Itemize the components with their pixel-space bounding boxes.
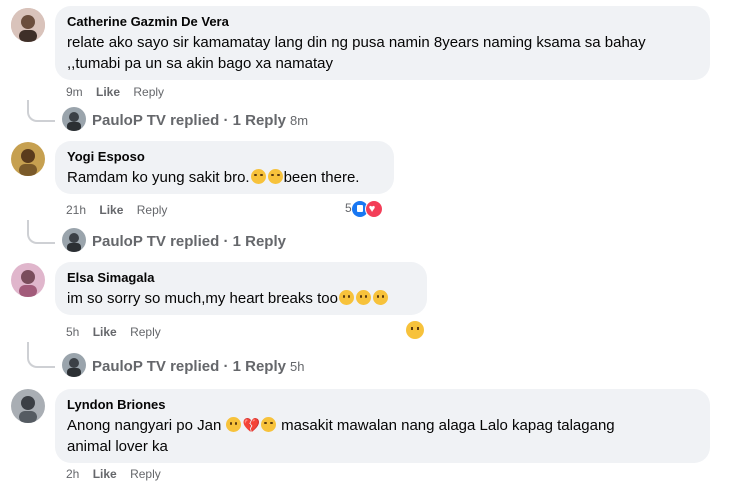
view-replies-link[interactable]: PauloP TV replied · 1 Reply 8m	[62, 107, 309, 133]
comment-text-line2: ,,tumabi pa un sa akin bago xa namatay	[67, 55, 334, 72]
comment-bubble: Yogi Esposo Ramdam ko yung sakit bro. bee…	[55, 141, 394, 194]
like-button[interactable]: Like	[93, 325, 117, 339]
reactions-summary[interactable]	[406, 321, 424, 342]
avatar[interactable]	[11, 8, 45, 42]
thread-connector	[27, 342, 55, 368]
comment-author[interactable]: Yogi Esposo	[67, 148, 382, 165]
profile-photo-icon	[11, 389, 45, 423]
sad-face-emoji-icon	[338, 290, 354, 305]
sad-reaction-icon	[406, 321, 424, 339]
like-button[interactable]: Like	[96, 85, 120, 99]
loudly-crying-face-emoji-icon	[260, 417, 276, 432]
thread-connector	[27, 220, 55, 244]
reply-button[interactable]: Reply	[130, 325, 161, 339]
replies-label: replied · 1 Reply	[170, 357, 286, 375]
comment-text-part: masakit mawalan nang alaga Lalo kapag ta…	[281, 417, 615, 434]
profile-photo-icon	[11, 263, 45, 297]
comment-text-part: Anong nangyari po Jan	[67, 417, 222, 434]
like-button[interactable]: Like	[93, 467, 117, 481]
replies-label: replied · 1 Reply	[170, 111, 286, 129]
reply-time: 8m	[289, 112, 309, 128]
comment-author[interactable]: Catherine Gazmin De Vera	[67, 13, 698, 30]
comment-bubble: Catherine Gazmin De Vera relate ako sayo…	[55, 6, 710, 80]
loudly-crying-face-emoji-icon	[267, 169, 283, 184]
comment-time[interactable]: 5h	[66, 325, 79, 339]
thread-connector	[27, 100, 55, 122]
reaction-count: 5	[345, 201, 352, 216]
sad-face-emoji-icon	[355, 290, 371, 305]
profile-photo-icon	[11, 8, 45, 42]
comment-time[interactable]: 21h	[66, 203, 86, 217]
reply-button[interactable]: Reply	[130, 467, 161, 481]
comment-text-line2: animal lover ka	[67, 438, 168, 455]
comment-meta: 2h Like Reply	[66, 466, 161, 482]
replier-avatar	[62, 228, 86, 252]
replier-avatar	[62, 107, 86, 131]
broken-heart-emoji-icon: 💔	[242, 417, 260, 433]
comment-author[interactable]: Elsa Simagala	[67, 269, 415, 286]
reply-time: 5h	[289, 358, 305, 374]
comment-text: relate ako sayo sir kamamatay lang din n…	[67, 34, 646, 51]
comment-meta: 9m Like Reply	[66, 84, 164, 100]
comment-text: Ramdam ko yung sakit bro. been there.	[67, 167, 382, 188]
sad-face-emoji-icon	[372, 290, 388, 305]
view-replies-link[interactable]: PauloP TV replied · 1 Reply 5h	[62, 353, 305, 379]
comment-text: im so sorry so much,my heart breaks too	[67, 288, 415, 309]
comment-time[interactable]: 9m	[66, 85, 83, 99]
comment-text: Anong nangyari po Jan 💔 masakit mawalan …	[67, 415, 698, 436]
reply-button[interactable]: Reply	[133, 85, 164, 99]
reply-button[interactable]: Reply	[137, 203, 168, 217]
profile-photo-icon	[11, 142, 45, 176]
avatar[interactable]	[11, 389, 45, 423]
love-reaction-icon	[364, 200, 383, 218]
comment-meta: 5h Like Reply	[66, 324, 161, 340]
comment-text-part: been there.	[283, 169, 360, 186]
sad-face-emoji-icon	[226, 417, 242, 432]
replier-avatar	[62, 353, 86, 377]
avatar[interactable]	[11, 142, 45, 176]
replies-label: replied · 1 Reply	[170, 232, 286, 250]
replier-name: PauloP TV	[92, 111, 166, 129]
comment-author[interactable]: Lyndon Briones	[67, 396, 698, 413]
comment-text-part: im so sorry so much,my heart breaks too	[67, 290, 338, 307]
comment-text-part: Ramdam ko yung sakit bro.	[67, 169, 250, 186]
like-button[interactable]: Like	[99, 203, 123, 217]
replier-name: PauloP TV	[92, 357, 166, 375]
comment-bubble: Elsa Simagala im so sorry so much,my hea…	[55, 262, 427, 315]
comment-bubble: Lyndon Briones Anong nangyari po Jan 💔 m…	[55, 389, 710, 463]
replier-name: PauloP TV	[92, 232, 166, 250]
reactions-summary[interactable]: 5	[345, 200, 383, 218]
loudly-crying-face-emoji-icon	[250, 169, 266, 184]
comment-time[interactable]: 2h	[66, 467, 79, 481]
view-replies-link[interactable]: PauloP TV replied · 1 Reply	[62, 228, 286, 254]
comment-meta: 21h Like Reply	[66, 202, 167, 218]
avatar[interactable]	[11, 263, 45, 297]
